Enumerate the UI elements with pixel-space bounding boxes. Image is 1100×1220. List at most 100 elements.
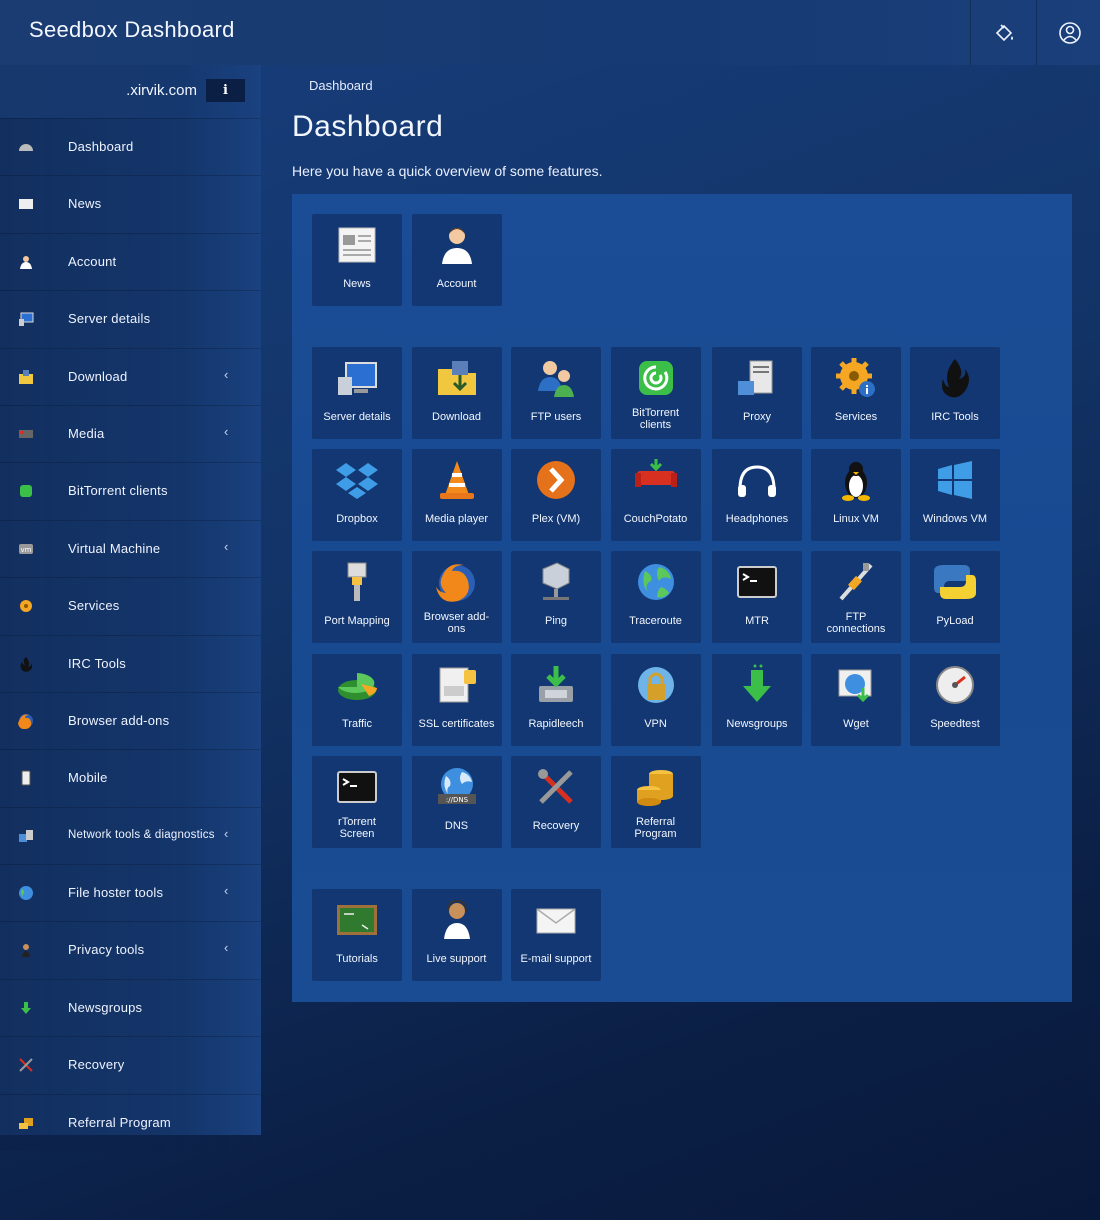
sidebar-item-newsgroups[interactable]: Newsgroups: [0, 978, 261, 1037]
sidebar-item-download[interactable]: Download ‹: [0, 347, 261, 405]
tile-ftp-connections[interactable]: FTP connections: [811, 551, 901, 643]
sidebar-item-dashboard[interactable]: Dashboard: [0, 118, 261, 176]
globe-icon: [633, 559, 679, 605]
email-envelope-icon: [533, 897, 579, 943]
tile-ssl-certificates[interactable]: SSL certificates: [411, 654, 502, 746]
tile-windows-vm[interactable]: Windows VM: [910, 449, 1000, 541]
tile-browser-add-ons[interactable]: Browser add-ons: [411, 551, 502, 643]
tile-rapidleech[interactable]: Rapidleech: [511, 654, 601, 746]
tile-recovery[interactable]: Recovery: [511, 756, 601, 848]
tile-traffic[interactable]: Traffic: [312, 654, 402, 746]
tile-rtorrent-screen[interactable]: rTorrent Screen: [312, 756, 402, 848]
sidebar-item-label: Download: [68, 368, 128, 384]
tile-port-mapping[interactable]: Port Mapping: [312, 551, 402, 643]
tile-headphones[interactable]: Headphones: [712, 449, 802, 541]
svg-text:vm: vm: [21, 546, 32, 554]
sidebar-item-services[interactable]: Services: [0, 577, 261, 635]
windows-icon: [932, 457, 978, 503]
tile-label: rTorrent Screen: [338, 816, 376, 840]
tile-label: Plex (VM): [531, 513, 581, 525]
services-icon: [18, 598, 34, 614]
tile-label: DNS: [444, 820, 469, 832]
tile-media-player[interactable]: Media player: [411, 449, 502, 541]
tile-speedtest[interactable]: Speedtest: [910, 654, 1000, 746]
sidebar-item-bittorrent-clients[interactable]: BitTorrent clients: [0, 462, 261, 520]
bittorrent-icon: [633, 355, 679, 401]
tile-couchpotato[interactable]: CouchPotato: [610, 449, 701, 541]
dropbox-icon: [334, 457, 380, 503]
tile-label: Speedtest: [930, 718, 980, 730]
tile-ftp-users[interactable]: FTP users: [511, 347, 601, 439]
tile-label: News: [343, 278, 371, 290]
sidebar-item-virtual-machine[interactable]: vm Virtual Machine ‹: [0, 519, 261, 578]
sidebar-item-browser-add-ons[interactable]: Browser add-ons: [0, 691, 261, 750]
tile-plex-vm[interactable]: Plex (VM): [511, 449, 601, 541]
tile-label: Traffic: [342, 718, 372, 730]
tile-wget[interactable]: Wget: [811, 654, 901, 746]
tile-traceroute[interactable]: Traceroute: [610, 551, 701, 643]
info-button[interactable]: i: [206, 79, 245, 102]
tile-label: PyLoad: [936, 615, 974, 627]
account-icon: [18, 254, 34, 270]
dashboard-icon: [18, 139, 34, 155]
tile-download[interactable]: Download: [411, 347, 502, 439]
tile-label: MTR: [745, 615, 769, 627]
server-details-icon: [18, 311, 34, 327]
tile-label: Headphones: [725, 513, 789, 525]
tile-vpn[interactable]: VPN: [610, 654, 701, 746]
sidebar-item-recovery[interactable]: Recovery: [0, 1036, 261, 1094]
vlc-cone-icon: [434, 457, 480, 503]
sidebar-item-media[interactable]: Media ‹: [0, 404, 261, 463]
ftp-cable-icon: [833, 559, 879, 605]
globe-icon: [18, 885, 34, 901]
tile-dropbox[interactable]: Dropbox: [312, 449, 402, 541]
server-details-icon: [334, 355, 380, 401]
sidebar-item-server-details[interactable]: Server details: [0, 290, 261, 348]
paint-bucket-icon: [995, 23, 1013, 41]
tile-e-mail-support[interactable]: E-mail support: [511, 889, 601, 981]
sidebar-item-label: BitTorrent clients: [68, 483, 168, 499]
tile-account[interactable]: Account: [411, 214, 502, 306]
tile-server-details[interactable]: Server details: [312, 347, 402, 439]
news-icon: [18, 196, 34, 212]
tile-irc-tools[interactable]: IRC Tools: [910, 347, 1000, 439]
plex-icon: [533, 457, 579, 503]
sidebar-item-label: Privacy tools: [68, 942, 145, 958]
terminal-icon: [334, 764, 380, 810]
sidebar-item-file-hoster-tools[interactable]: File hoster tools ‹: [0, 864, 261, 922]
user-menu-button[interactable]: [1036, 0, 1100, 65]
breadcrumb[interactable]: Dashboard: [309, 78, 373, 93]
sidebar-item-news[interactable]: News: [0, 175, 261, 233]
tile-label: Server details: [323, 411, 391, 423]
sidebar-item-mobile[interactable]: Mobile: [0, 749, 261, 807]
newsgroups-arrow-icon: [734, 662, 780, 708]
sidebar-item-privacy-tools[interactable]: Privacy tools ‹: [0, 921, 261, 979]
sidebar-item-irc-tools[interactable]: IRC Tools: [0, 634, 261, 692]
tile-tutorials[interactable]: Tutorials: [312, 889, 402, 981]
tile-dns[interactable]: ://DNS DNS: [411, 756, 502, 848]
sidebar-item-label: Referral Program: [68, 1114, 171, 1130]
tile-linux-vm[interactable]: Linux VM: [811, 449, 901, 541]
tile-bittorrent-clients[interactable]: BitTorrent clients: [610, 347, 701, 439]
svg-text:://DNS: ://DNS: [445, 796, 468, 804]
tile-news[interactable]: News: [312, 214, 402, 306]
tile-mtr[interactable]: MTR: [712, 551, 802, 643]
tile-label: Browser add-ons: [423, 611, 490, 635]
tile-referral-program[interactable]: Referral Program: [610, 756, 701, 848]
sidebar-item-referral-program[interactable]: Referral Program: [0, 1093, 261, 1152]
sidebar-item-account[interactable]: Account: [0, 232, 261, 291]
tile-newsgroups[interactable]: Newsgroups: [712, 654, 802, 746]
chevron-left-icon: ‹: [224, 825, 229, 841]
tile-proxy[interactable]: Proxy: [712, 347, 802, 439]
download-folder-icon: [434, 355, 480, 401]
tile-label: Account: [436, 278, 477, 290]
theme-button[interactable]: [970, 0, 1036, 65]
tile-pyload[interactable]: PyLoad: [910, 551, 1000, 643]
tile-live-support[interactable]: Live support: [411, 889, 502, 981]
tile-ping[interactable]: Ping: [511, 551, 601, 643]
sidebar-item-label: Browser add-ons: [68, 712, 170, 728]
tile-services[interactable]: Services: [811, 347, 901, 439]
tile-label: Traceroute: [629, 615, 682, 627]
sidebar-item-network-tools-diagnostics[interactable]: Network tools & diagnostics ‹: [0, 806, 261, 865]
tile-label: FTP connections: [826, 611, 886, 635]
